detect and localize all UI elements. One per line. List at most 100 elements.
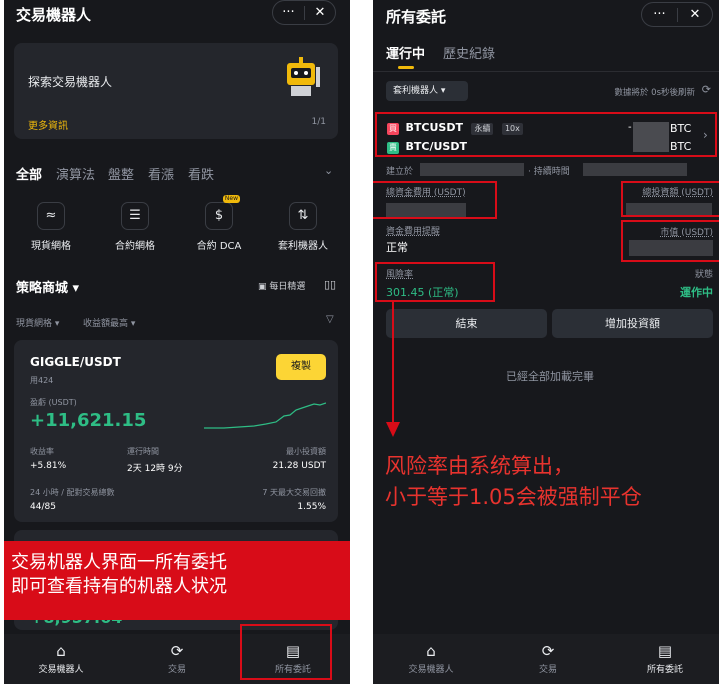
tab-indicator [398,66,414,69]
nav-trading-bots[interactable]: ⌂ 交易機器人 [21,640,101,675]
daily-pick-label: 每日精選 [269,282,306,292]
chevron-down-icon[interactable]: ⌄ [324,164,333,177]
tab-range[interactable]: 盤整 [108,164,134,183]
nav-label: 交易機器人 [408,665,454,675]
strategy-pair: GIGGLE/USDT [30,355,121,369]
tab-history[interactable]: 歷史紀錄 [443,43,495,62]
fee-alert-value: 正常 [386,241,408,254]
right-phone-screen: 所有委託 ··· ✕ 運行中 歷史紀錄 套利機器人 ▾ 數據將於 0s秒後刷新 … [373,0,719,684]
duration-label: · 持續時間 [528,167,570,177]
highlight-pairs [375,112,717,157]
pnl-sparkline [204,402,326,429]
category-contract-dca[interactable]: $ New 合約 DCA [178,195,260,252]
category-label: 套利機器人 [278,241,328,252]
annotation-line-1: 风险率由系统算出， [385,454,574,478]
trades-label: 24 小時 / 配對交易總數 [30,488,115,497]
annotation-line-2: 小于等于1.05会被强制平仓 [385,485,642,509]
tab-bullish[interactable]: 看漲 [148,164,174,183]
add-investment-button[interactable]: 增加投資額 [552,309,713,338]
nav-label: 交易機器人 [38,665,84,675]
all-loaded-text: 已經全部加載完畢 [506,370,594,383]
highlight-nav-all-orders [240,624,332,680]
runtime-value: 2天 12時 9分 [127,464,183,474]
explore-banner[interactable]: 探索交易機器人 更多資訊 1/1 [14,43,338,139]
drawdown-label: 7 天最大交易回撤 [262,488,326,497]
banner-title: 探索交易機器人 [28,75,113,89]
trade-nav-icon: ⟳ [170,642,184,660]
more-button[interactable]: ··· [273,5,304,20]
bottom-nav: ⌂ 交易機器人 ⟳ 交易 ▤ 所有委託 [373,634,719,684]
category-label: 合約 DCA [196,241,242,252]
strategy-card[interactable]: GIGGLE/USDT 用424 複製 盈虧 (USDT) +11,621.15… [14,340,338,522]
category-label: 合約網格 [115,241,155,252]
pnl-value: +11,621.15 [30,410,147,431]
nav-label: 交易 [167,665,186,675]
tab-running[interactable]: 運行中 [386,43,425,62]
more-info-link[interactable]: 更多資訊 [28,117,68,132]
fee-alert-label[interactable]: 資金費用提醒 [386,224,440,237]
orders-nav-icon: ▤ [657,642,673,660]
tab-all[interactable]: 全部 [16,164,42,183]
pnl-label: 盈虧 (USDT) [30,398,77,407]
nav-label: 交易 [538,665,557,675]
grid-chart-icon: ≈ [37,202,65,230]
trade-nav-icon: ⟳ [541,642,555,660]
refresh-icon[interactable]: ⟳ [702,83,711,96]
nav-trade[interactable]: ⟳ 交易 [137,640,217,675]
header-title: 交易機器人 [16,6,92,24]
min-invest-value: 21.28 USDT [272,461,326,471]
nav-all-orders[interactable]: ▤ 所有委託 [625,640,705,675]
close-button[interactable]: ✕ [305,5,335,20]
min-invest-label: 最小投資額 [286,447,326,456]
strategy-tabs: 全部 演算法 盤整 看漲 看跌 ⌄ [16,164,340,184]
trades-value: 44/85 [30,502,56,512]
category-contract-grid[interactable]: ☰ 合約網格 [94,202,176,252]
highlight-market-value [621,220,719,262]
highlight-total-fee [373,181,497,219]
more-button[interactable]: ··· [642,7,677,22]
highlight-risk [375,262,495,302]
category-arbitrage[interactable]: ⇅ 套利機器人 [262,202,344,252]
highlight-total-invest [621,181,719,217]
arbitrage-icon: ⇅ [289,202,317,230]
drawdown-value: 1.55% [297,502,326,512]
close-button[interactable]: ✕ [678,7,712,22]
category-spot-grid[interactable]: ≈ 現貨網格 [10,202,92,252]
refresh-text: 數據將於 0s秒後刷新 [614,88,695,98]
robot-icon [287,57,320,96]
header-title: 所有委託 [386,8,447,26]
divider [373,71,719,72]
created-label: 建立於 [386,167,414,177]
annotation-arrow [386,302,400,437]
nav-trading-bots[interactable]: ⌂ 交易機器人 [391,640,471,675]
redacted-created [420,163,524,176]
status-value: 運作中 [680,286,713,299]
filter-spot-grid[interactable]: 現貨網格 ▾ [16,316,59,329]
copy-button[interactable]: 複製 [276,354,326,380]
store-title[interactable]: 策略商城 ▾ [16,277,79,296]
filter-sort[interactable]: 收益額最高 ▾ [83,316,135,329]
category-label: 現貨網格 [31,241,71,252]
annotation-box: 交易机器人界面一所有委托 即可查看持有的机器人状况 [4,541,350,620]
bot-type-filter[interactable]: 套利機器人 ▾ [386,81,468,101]
robot-nav-icon: ⌂ [426,642,436,660]
runtime-label: 運行時間 [127,447,159,456]
roi-label: 收益率 [30,447,54,456]
daily-pick-link[interactable]: ▣ 每日精選 [258,279,305,292]
dca-icon: $ New [205,195,240,230]
nav-trade[interactable]: ⟳ 交易 [508,640,588,675]
new-badge: New [222,195,240,203]
annotation-line-2: 即可查看持有的机器人状况 [11,576,227,597]
redacted-duration [583,163,687,176]
tab-bearish[interactable]: 看跌 [188,164,214,183]
book-icon[interactable]: ▯▯ [324,278,336,291]
strategy-user: 用424 [30,376,54,385]
window-controls: ··· ✕ [272,0,336,25]
window-controls: ··· ✕ [641,2,713,27]
contract-grid-icon: ☰ [121,202,149,230]
left-phone-screen: 交易機器人 ··· ✕ 探索交易機器人 更多資訊 1/1 全部 演算法 盤整 看… [4,0,350,684]
tab-algorithm[interactable]: 演算法 [56,164,95,183]
annotation-text: 风险率由系统算出， 小于等于1.05会被强制平仓 [385,451,642,513]
funnel-icon[interactable]: ▽ [326,314,334,325]
annotation-line-1: 交易机器人界面一所有委托 [11,552,227,573]
